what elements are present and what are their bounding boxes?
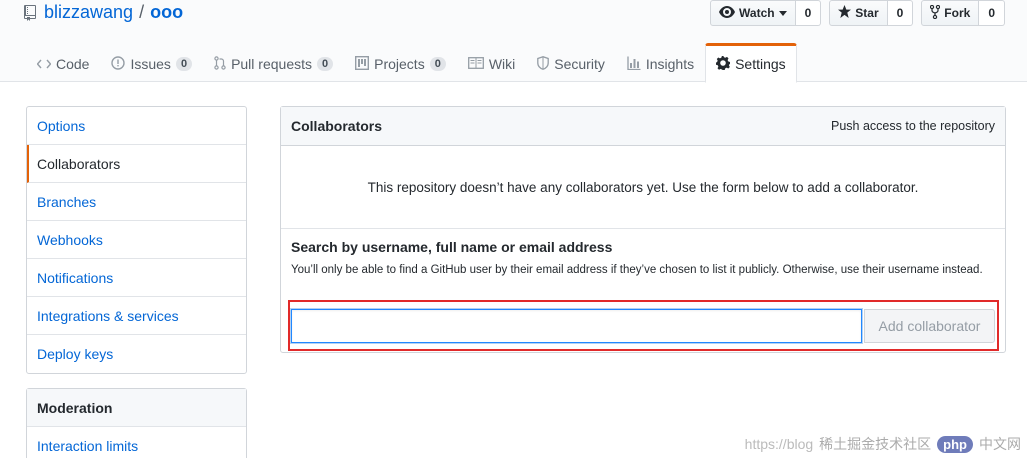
collaborator-search-area: Search by username, full name or email a… <box>281 229 1005 280</box>
watermark-url: https://blog <box>744 436 814 452</box>
repo-icon <box>24 4 36 21</box>
tab-issues-count: 0 <box>175 57 193 71</box>
repo-separator: / <box>139 2 145 22</box>
collaborators-title: Collaborators <box>291 118 383 134</box>
tab-pull-requests-label: Pull requests <box>231 56 312 72</box>
tab-insights[interactable]: Insights <box>616 43 705 83</box>
fork-count[interactable]: 0 <box>979 0 1005 26</box>
fork-button-group: Fork 0 <box>921 0 1005 26</box>
tab-wiki-label: Wiki <box>488 56 516 72</box>
menu-item-deploy-keys[interactable]: Deploy keys <box>27 335 246 373</box>
star-count[interactable]: 0 <box>887 0 914 26</box>
menu-item-branches[interactable]: Branches <box>27 183 246 221</box>
collaborators-meta: Push access to the repository <box>831 119 995 133</box>
repo-nav-tabs: Code Issues 0 Pull requests 0 Projects 0… <box>26 43 797 83</box>
fork-label: Fork <box>944 6 971 20</box>
collaborators-empty-message: This repository doesn’t have any collabo… <box>281 146 1005 229</box>
tab-code-label: Code <box>56 56 90 72</box>
menu-item-webhooks[interactable]: Webhooks <box>27 221 246 259</box>
star-button-group: Star 0 <box>829 0 914 26</box>
search-label: Search by username, full name or email a… <box>291 239 613 255</box>
search-note: You’ll only be able to find a GitHub use… <box>291 264 983 276</box>
book-icon <box>467 56 484 72</box>
watch-button[interactable]: Watch <box>710 0 796 26</box>
moderation-heading: Moderation <box>27 389 246 427</box>
watch-button-group: Watch 0 <box>710 0 822 26</box>
graph-icon <box>627 56 641 73</box>
collaborators-header: Collaborators Push access to the reposit… <box>281 107 1005 146</box>
settings-menu: Options Collaborators Branches Webhooks … <box>26 106 247 374</box>
tab-wiki[interactable]: Wiki <box>457 43 526 83</box>
watch-count[interactable]: 0 <box>795 0 822 26</box>
add-collaborator-button[interactable]: Add collaborator <box>864 309 995 343</box>
star-label: Star <box>855 6 879 20</box>
tab-security[interactable]: Security <box>526 43 616 83</box>
repo-title: blizzawang / ooo <box>24 2 183 23</box>
menu-item-interaction-limits[interactable]: Interaction limits <box>27 427 246 458</box>
tab-settings[interactable]: Settings <box>705 43 797 83</box>
tab-issues-label: Issues <box>130 56 171 72</box>
project-icon <box>355 55 370 73</box>
star-button[interactable]: Star <box>829 0 888 26</box>
watermark-php-badge: php <box>937 435 973 453</box>
repo-name-link[interactable]: ooo <box>150 2 183 23</box>
menu-item-options[interactable]: Options <box>27 107 246 145</box>
tab-insights-label: Insights <box>645 56 695 72</box>
fork-button[interactable]: Fork <box>921 0 980 26</box>
caret-down-icon <box>778 6 787 20</box>
tab-pull-requests-count: 0 <box>317 57 334 71</box>
issue-icon <box>111 55 126 73</box>
star-icon <box>838 5 852 21</box>
tab-issues[interactable]: Issues 0 <box>100 43 203 83</box>
collaborator-search-input[interactable] <box>291 309 862 343</box>
tab-pull-requests[interactable]: Pull requests 0 <box>203 43 344 83</box>
repo-header: blizzawang / ooo Watch 0 Star 0 Fork 0 C… <box>0 0 1027 83</box>
gear-icon <box>716 55 731 73</box>
pull-request-icon <box>214 55 226 73</box>
watermark-overlay: 稀土掘金技术社区 <box>819 436 932 452</box>
menu-item-integrations[interactable]: Integrations & services <box>27 297 246 335</box>
menu-item-notifications[interactable]: Notifications <box>27 259 246 297</box>
eye-icon <box>719 5 736 21</box>
tab-projects-count: 0 <box>429 57 446 71</box>
moderation-menu: Moderation Interaction limits <box>26 388 247 458</box>
menu-item-collaborators[interactable]: Collaborators <box>27 145 246 183</box>
tab-projects-label: Projects <box>374 56 425 72</box>
tab-settings-label: Settings <box>735 56 786 72</box>
watermark-text: 中文网 <box>979 436 1021 452</box>
fork-icon <box>930 4 941 22</box>
code-icon <box>36 56 52 72</box>
repo-actions: Watch 0 Star 0 Fork 0 <box>710 0 1005 26</box>
watch-label: Watch <box>739 6 775 20</box>
shield-icon <box>537 55 550 73</box>
watermark: https://blog 稀土掘金技术社区 php 中文网 <box>745 434 1021 454</box>
repo-owner-link[interactable]: blizzawang <box>44 2 133 23</box>
tab-security-label: Security <box>554 56 605 72</box>
tab-code[interactable]: Code <box>26 43 100 83</box>
tab-projects[interactable]: Projects 0 <box>344 43 457 83</box>
